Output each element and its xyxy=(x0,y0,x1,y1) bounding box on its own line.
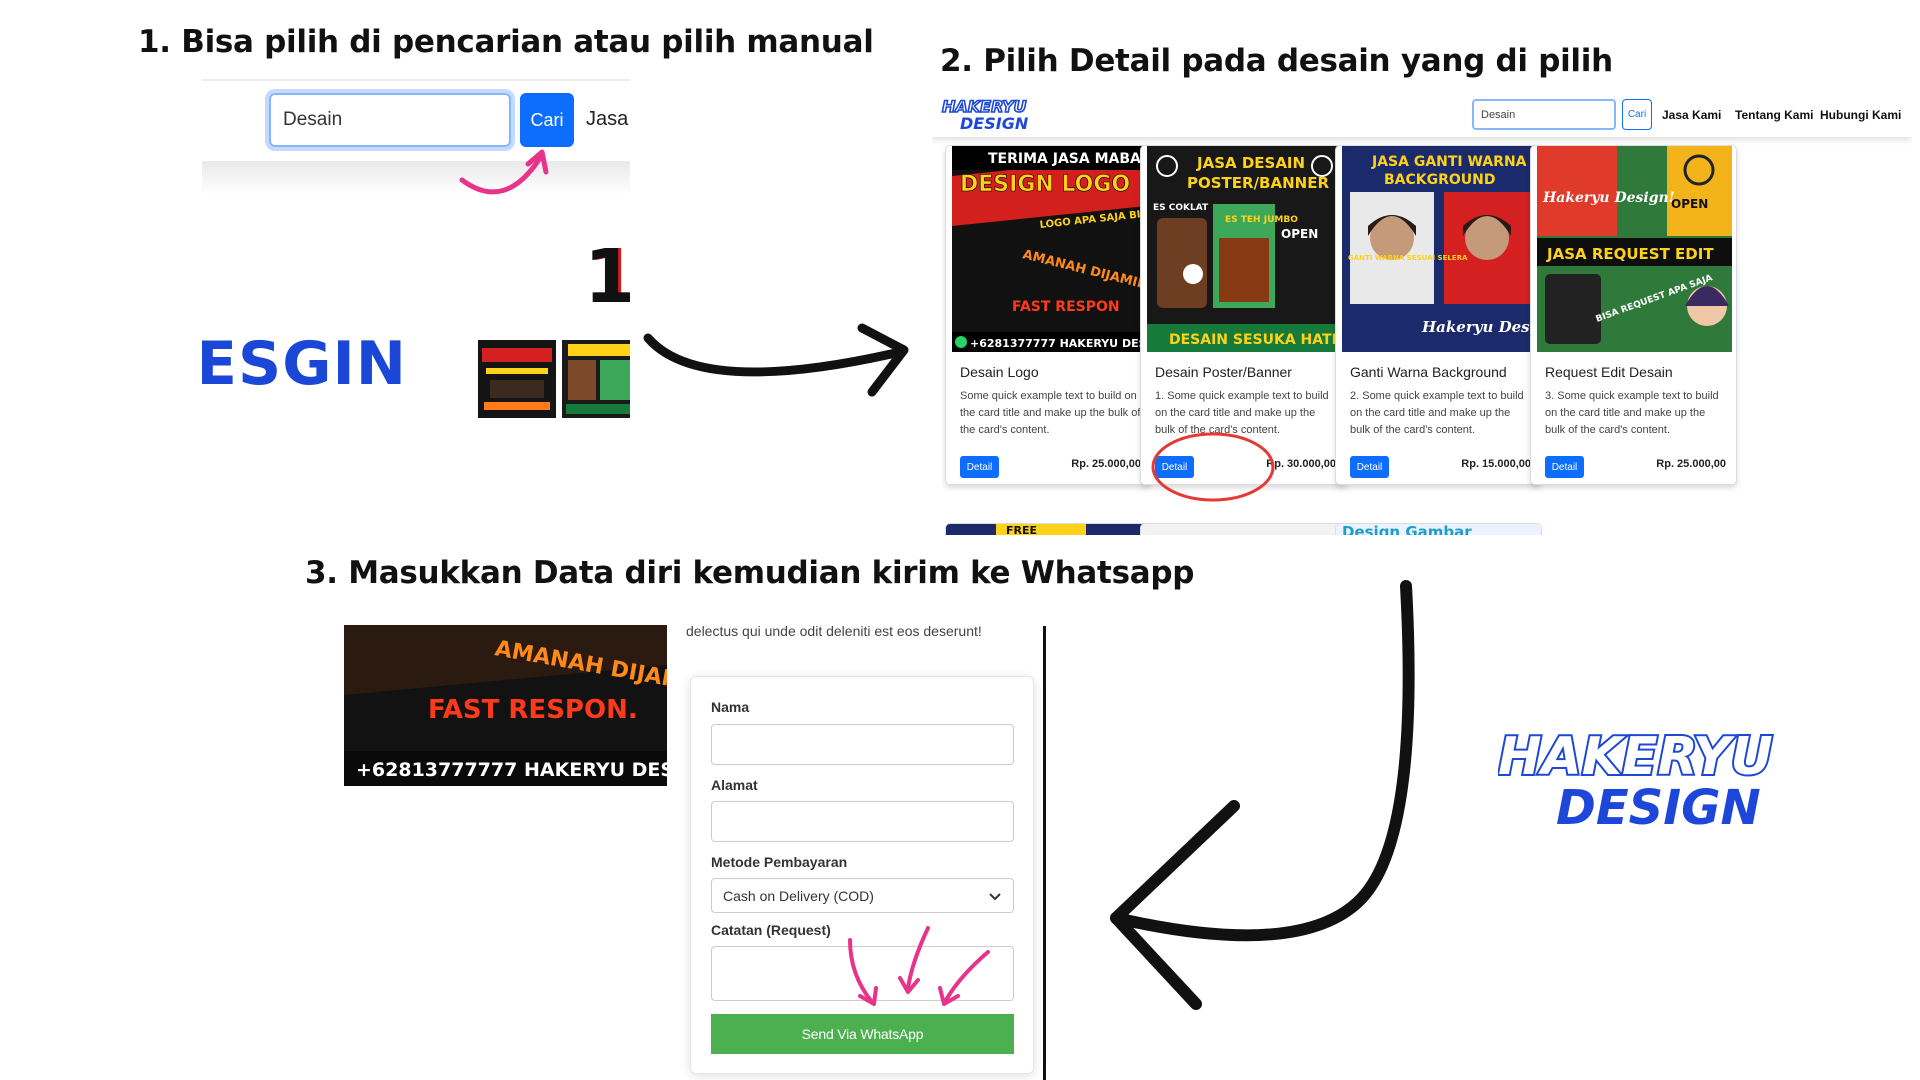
card-request-edit-desain: Hakeryu Design! OPEN JASA REQUEST EDIT B… xyxy=(1530,145,1737,485)
nav-link-jasa-kami[interactable]: Jasa Kami xyxy=(1662,108,1721,122)
card-partial: FREE xyxy=(945,523,1152,535)
banner-phone-text: +6281377777 HAKERYU DESIGN xyxy=(970,337,1147,350)
card-price: Rp. 15.000,00 xyxy=(1461,458,1531,470)
card-partial-text: FREE xyxy=(1006,524,1037,535)
thumbnail-logo-design[interactable] xyxy=(478,340,556,418)
banner-main-text: BACKGROUND xyxy=(1384,172,1496,188)
search-button[interactable]: Cari xyxy=(520,93,574,147)
panel-search-screenshot: Cari Jasa 19 ESGIN xyxy=(202,79,630,424)
card-image-poster: JASA DESAIN POSTER/BANNER ES COKLAT ES T… xyxy=(1147,146,1342,352)
banner-main-text: DESIGN LOGO xyxy=(960,172,1130,197)
thumbnail-poster-design[interactable] xyxy=(562,340,630,418)
card-title: Desain Poster/Banner xyxy=(1155,364,1292,380)
detail-button[interactable]: Detail xyxy=(960,456,999,478)
banner-open-text: OPEN xyxy=(1671,197,1708,211)
product-hero-image: AMANAH DIJAMIN ! FAST RESPON. +628137777… xyxy=(344,625,667,786)
banner-main-text: POSTER/BANNER xyxy=(1187,174,1329,192)
chevron-down-icon xyxy=(989,893,1001,901)
search-input[interactable] xyxy=(1472,99,1616,130)
card-title: Request Edit Desain xyxy=(1545,364,1673,380)
card-image-background: JASA GANTI WARNA BACKGROUND GANTI WARNA … xyxy=(1342,146,1537,352)
search-button[interactable]: Cari xyxy=(1622,99,1652,130)
payment-method-value: Cash on Delivery (COD) xyxy=(723,888,874,904)
hero-phone-text: +62813777777 HAKERYU DESIGN xyxy=(356,759,667,781)
card-desain-logo: TERIMA JASA MABAR DESIGN LOGO LOGO APA S… xyxy=(945,145,1152,485)
card-text: 1. Some quick example text to build on t… xyxy=(1155,390,1329,436)
banner-brand-text: Hakeryu Design! xyxy=(1542,190,1675,206)
navbar-shadow xyxy=(202,161,630,195)
brand-logo-line1-fill: HAKERYU xyxy=(1498,727,1773,787)
card-partial-image: FREE xyxy=(996,524,1086,535)
card-text: 2. Some quick example text to build on t… xyxy=(1350,390,1524,436)
send-whatsapp-button[interactable]: Send Via WhatsApp xyxy=(711,1014,1014,1054)
panel-divider xyxy=(1043,626,1046,1080)
address-label: Alamat xyxy=(711,777,758,793)
banner-fast-text: FAST RESPON xyxy=(1012,299,1120,315)
banner-top-text: TERIMA JASA MABAR xyxy=(988,151,1147,167)
banner-top-text: JASA DESAIN xyxy=(1196,154,1305,172)
card-title: Ganti Warna Background xyxy=(1350,364,1507,380)
black-right-arrow-icon xyxy=(643,323,909,397)
card-partial-text: Design Gambar xyxy=(1342,524,1472,535)
nav-link-jasa[interactable]: Jasa xyxy=(586,108,628,131)
brand-logo-large: HAKERYU HAKERYU DESIGN xyxy=(1498,726,1775,836)
brand-logo-line2: DESIGN xyxy=(1556,780,1761,836)
nav-link-tentang-kami[interactable]: Tentang Kami xyxy=(1735,108,1813,122)
order-form: Nama Alamat Metode Pembayaran Cash on De… xyxy=(690,676,1034,1074)
step-2-title: 2. Pilih Detail pada desain yang di pili… xyxy=(940,43,1613,79)
name-field[interactable] xyxy=(711,724,1014,765)
card-title: Desain Logo xyxy=(960,364,1039,380)
step-1-title: 1. Bisa pilih di pencarian atau pilih ma… xyxy=(138,24,874,60)
detail-button[interactable]: Detail xyxy=(1350,456,1389,478)
card-price: Rp. 30.000,00 xyxy=(1266,458,1336,470)
banner-main-text: JASA REQUEST EDIT xyxy=(1546,245,1714,263)
hero-fast-text: FAST RESPON. xyxy=(428,695,638,725)
card-desain-poster-banner: JASA DESAIN POSTER/BANNER ES COKLAT ES T… xyxy=(1140,145,1347,485)
banner-sub1-text: ES COKLAT xyxy=(1153,203,1209,213)
panel-catalog-screenshot: HAKERYU DESIGN Cari Jasa Kami Tentang Ka… xyxy=(932,95,1912,535)
card-partial xyxy=(1140,523,1347,535)
notes-label: Catatan (Request) xyxy=(711,922,831,938)
card-price: Rp. 25.000,00 xyxy=(1071,458,1141,470)
search-input[interactable] xyxy=(269,93,511,147)
nav-link-hubungi-kami[interactable]: Hubungi Kami xyxy=(1820,108,1901,122)
card-image-request-edit: Hakeryu Design! OPEN JASA REQUEST EDIT B… xyxy=(1537,146,1732,352)
card-partial-image: Design Gambar xyxy=(1342,523,1472,535)
banner-brand-text: Hakeryu Design! xyxy=(1421,318,1537,336)
banner-sub-text: GANTI WARNA SESUAI SELERA xyxy=(1348,254,1468,262)
card-partial: Design Gambar xyxy=(1335,523,1542,535)
address-field[interactable] xyxy=(711,801,1014,842)
notes-field[interactable] xyxy=(711,946,1014,1001)
detail-button[interactable]: Detail xyxy=(1155,456,1194,478)
card-text: 3. Some quick example text to build on t… xyxy=(1545,390,1719,436)
hero-brand-partial: ESGIN xyxy=(202,329,407,399)
banner-sub2-text: ES TEH JUMBO xyxy=(1225,215,1298,225)
product-description: delectus qui unde odit deleniti est eos … xyxy=(686,623,982,639)
hero-number-partial: 19 xyxy=(584,234,630,320)
navbar: HAKERYU DESIGN Cari Jasa Kami Tentang Ka… xyxy=(932,95,1912,137)
brand-logo[interactable]: HAKERYU DESIGN xyxy=(940,97,1050,133)
payment-method-select[interactable]: Cash on Delivery (COD) xyxy=(711,878,1014,913)
detail-button[interactable]: Detail xyxy=(1545,456,1584,478)
brand-logo-line2: DESIGN xyxy=(960,114,1029,133)
card-text: Some quick example text to build on the … xyxy=(960,390,1141,436)
step-3-title: 3. Masukkan Data diri kemudian kirim ke … xyxy=(305,555,1195,591)
banner-top-text: JASA GANTI WARNA xyxy=(1371,154,1527,170)
banner-open-text: OPEN xyxy=(1281,227,1318,241)
card-price: Rp. 25.000,00 xyxy=(1656,458,1726,470)
card-image-logo: TERIMA JASA MABAR DESIGN LOGO LOGO APA S… xyxy=(952,146,1147,352)
black-curved-down-arrow-icon xyxy=(1110,580,1415,1010)
payment-method-label: Metode Pembayaran xyxy=(711,854,848,870)
banner-bottom-text: DESAIN SESUKA HATI xyxy=(1169,332,1337,348)
card-ganti-warna-background: JASA GANTI WARNA BACKGROUND GANTI WARNA … xyxy=(1335,145,1542,485)
name-label: Nama xyxy=(711,699,750,715)
